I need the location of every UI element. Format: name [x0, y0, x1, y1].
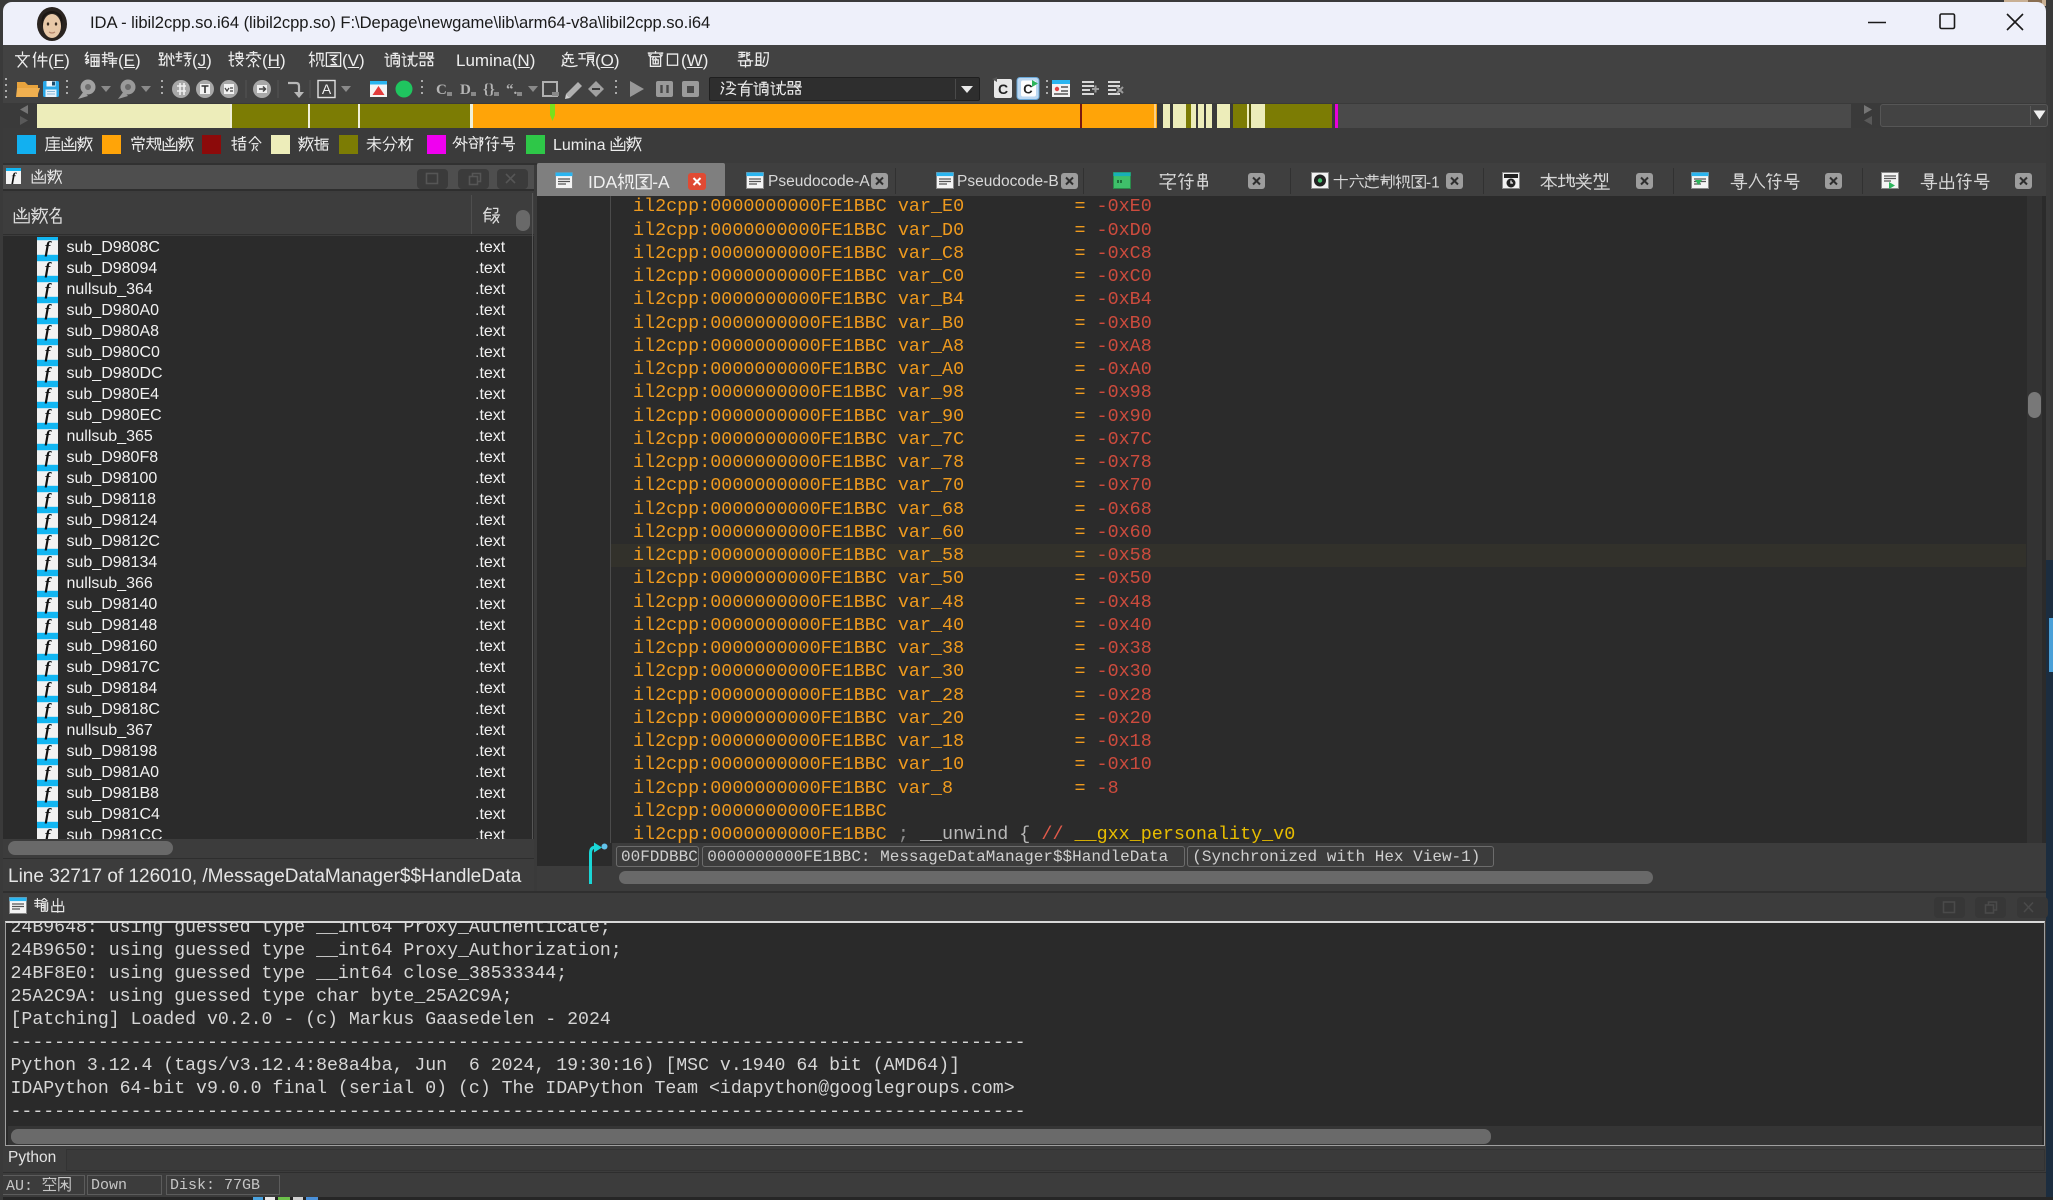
- svg-text:{}: {}: [483, 82, 495, 98]
- svg-text:C: C: [1023, 82, 1033, 97]
- svg-text:D: D: [460, 82, 471, 98]
- svg-text:C: C: [436, 82, 447, 98]
- svg-text:A: A: [322, 81, 332, 97]
- svg-text:“.: “.: [506, 82, 518, 98]
- svg-text:C: C: [998, 81, 1008, 97]
